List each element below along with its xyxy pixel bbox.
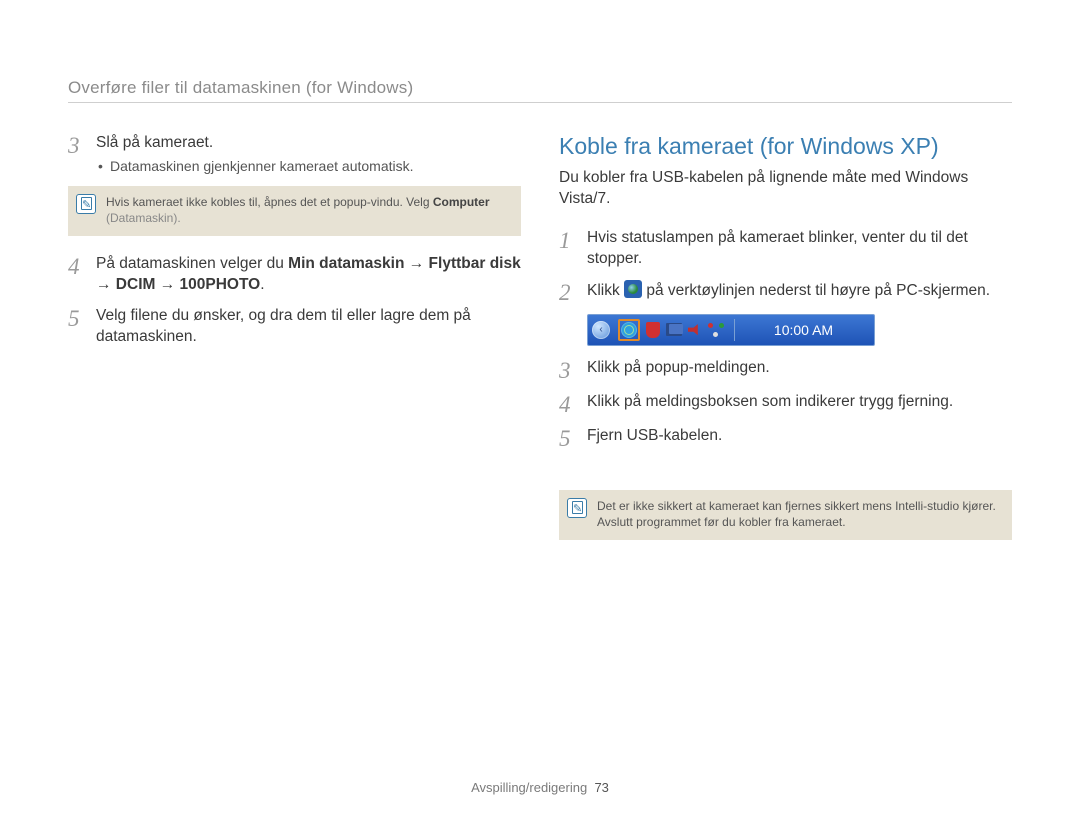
step-5: 5 Velg filene du ønsker, og dra dem til … (68, 306, 521, 348)
step-number: 1 (559, 228, 577, 252)
step-4: 4 På datamaskinen velger du Min datamask… (68, 254, 521, 296)
step-post: . (260, 276, 264, 293)
step-body: Velg filene du ønsker, og dra dem til el… (96, 306, 521, 348)
step-number: 2 (559, 280, 577, 304)
tray-app-icon (708, 322, 724, 338)
page: Overføre filer til datamaskinen (for Win… (0, 0, 1080, 558)
step-number: 5 (559, 426, 577, 450)
content-columns: 3 Slå på kameraet. Datamaskinen gjenkjen… (68, 133, 1012, 558)
breadcrumb: Overføre filer til datamaskinen (for Win… (68, 78, 1012, 103)
right-step-5: 5 Fjern USB-kabelen. (559, 426, 1012, 450)
step-number: 3 (559, 358, 577, 382)
note-pre: Hvis kameraet ikke kobles til, åpnes det… (106, 195, 433, 209)
step-post: på verktøylinjen nederst til høyre på PC… (642, 282, 990, 299)
taskbar-expand-arrow: ‹ (588, 315, 614, 345)
taskbar-divider (734, 319, 735, 341)
note-box-1: Hvis kameraet ikke kobles til, åpnes det… (68, 186, 521, 236)
note-icon (76, 194, 96, 214)
footer-page-number: 73 (594, 780, 608, 795)
note-content: Det er ikke sikkert at kameraet kan fjer… (597, 499, 996, 529)
taskbar-clock: 10:00 AM (741, 322, 874, 338)
note-box-2: Det er ikke sikkert at kameraet kan fjer… (559, 490, 1012, 540)
step-bullet: Datamaskinen gjenkjenner kameraet automa… (96, 157, 521, 176)
step-3: 3 Slå på kameraet. Datamaskinen gjenkjen… (68, 133, 521, 176)
volume-icon (687, 322, 703, 338)
section-intro: Du kobler fra USB-kabelen på lignende må… (559, 168, 1012, 210)
highlighted-tray-icon (618, 319, 640, 341)
chevron-left-icon: ‹ (592, 321, 610, 339)
step-text: Velg filene du ønsker, og dra dem til el… (96, 307, 471, 345)
note-icon (567, 498, 587, 518)
step-number: 3 (68, 133, 86, 157)
step-body: På datamaskinen velger du Min datamaskin… (96, 254, 521, 296)
step-number: 4 (68, 254, 86, 278)
step-pre: Klikk (587, 282, 624, 299)
step-text: Fjern USB-kabelen. (587, 427, 722, 444)
right-step-2: 2 Klikk på verktøylinjen nederst til høy… (559, 280, 1012, 304)
step-body: Klikk på verktøylinjen nederst til høyre… (587, 280, 1012, 302)
right-step-1: 1 Hvis statuslampen på kameraet blinker,… (559, 228, 1012, 270)
step-body: Klikk på popup-meldingen. (587, 358, 1012, 379)
safely-remove-inline-icon (624, 280, 642, 298)
step-text: Klikk på popup-meldingen. (587, 359, 770, 376)
right-step-4: 4 Klikk på meldingsboksen som indikerer … (559, 392, 1012, 416)
network-monitor-icon (666, 322, 682, 338)
right-column: Koble fra kameraet (for Windows XP) Du k… (559, 133, 1012, 558)
note-paren: (Datamaskin). (106, 211, 181, 225)
step-text: Klikk på meldingsboksen som indikerer tr… (587, 393, 953, 410)
step-body: Klikk på meldingsboksen som indikerer tr… (587, 392, 1012, 413)
taskbar-screenshot: ‹ 10:00 AM (587, 314, 875, 346)
page-footer: Avspilling/redigering 73 (0, 780, 1080, 795)
security-shield-icon (645, 322, 661, 338)
step-pre: På datamaskinen velger du (96, 255, 288, 272)
step-body: Hvis statuslampen på kameraet blinker, v… (587, 228, 1012, 270)
note-text: Det er ikke sikkert at kameraet kan fjer… (597, 498, 1002, 530)
safely-remove-hardware-icon (621, 322, 637, 338)
right-step-3: 3 Klikk på popup-meldingen. (559, 358, 1012, 382)
note-text: Hvis kameraet ikke kobles til, åpnes det… (106, 194, 511, 226)
footer-section: Avspilling/redigering (471, 780, 587, 795)
left-column: 3 Slå på kameraet. Datamaskinen gjenkjen… (68, 133, 521, 558)
step-number: 5 (68, 306, 86, 330)
step-body: Fjern USB-kabelen. (587, 426, 1012, 447)
taskbar-tray-icons (614, 319, 728, 341)
step-body: Slå på kameraet. Datamaskinen gjenkjenne… (96, 133, 521, 176)
section-title: Koble fra kameraet (for Windows XP) (559, 133, 1012, 160)
step-text: Slå på kameraet. (96, 134, 213, 151)
step-number: 4 (559, 392, 577, 416)
note-bold: Computer (433, 195, 490, 209)
step-text: Hvis statuslampen på kameraet blinker, v… (587, 229, 968, 267)
